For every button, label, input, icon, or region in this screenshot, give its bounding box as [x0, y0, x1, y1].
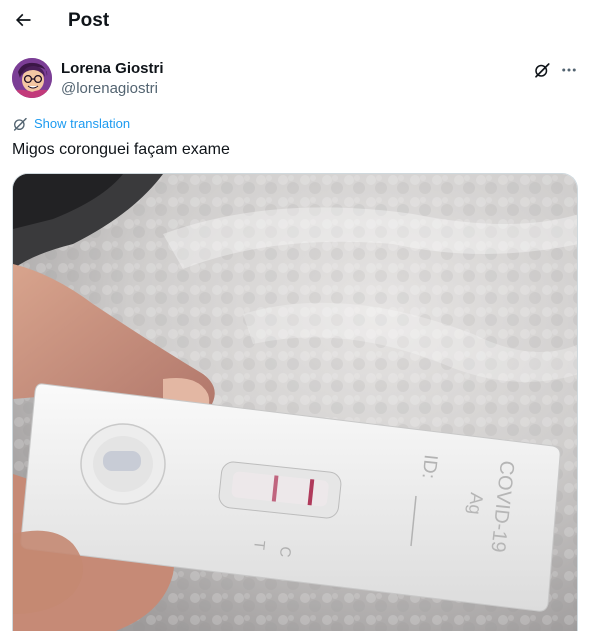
grok-icon [535, 63, 550, 78]
label-t: T [250, 540, 268, 551]
author-handle[interactable]: @lorenagiostri [61, 80, 158, 98]
author-name[interactable]: Lorena Giostri [61, 60, 164, 78]
show-translation-button[interactable]: Show translation [12, 116, 130, 132]
page-title: Post [68, 10, 110, 31]
avatar[interactable] [12, 58, 52, 98]
more-icon [562, 68, 576, 72]
arrow-left-icon [15, 13, 31, 27]
grok-button[interactable] [531, 60, 553, 80]
label-id: ID: [417, 453, 440, 479]
post-text: Migos coronguei façam exame [12, 141, 230, 158]
label-product-ag: Ag [465, 492, 487, 516]
more-button[interactable] [558, 60, 580, 80]
show-translation-label: Show translation [34, 116, 131, 131]
post-header: Post [0, 0, 591, 42]
label-c: C [276, 546, 294, 559]
translate-icon [13, 117, 27, 131]
back-button[interactable] [11, 8, 35, 32]
post-image[interactable]: C T ID: COVID-19 Ag [12, 173, 578, 631]
